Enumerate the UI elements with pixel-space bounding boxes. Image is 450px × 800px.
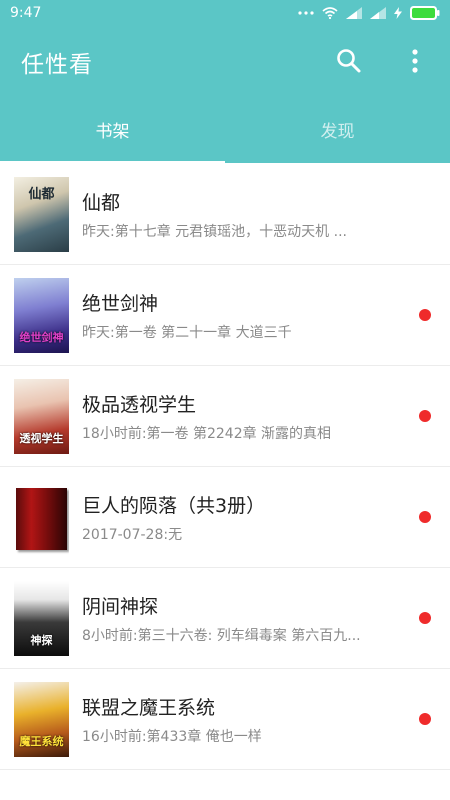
wifi-icon — [322, 6, 338, 19]
cover-title: 神探 — [30, 634, 53, 647]
search-icon — [337, 49, 361, 73]
status-icons — [298, 5, 440, 20]
book-title: 阴间神探 — [82, 596, 159, 618]
app-bar: 任性看 — [0, 25, 450, 95]
book-title: 联盟之魔王系统 — [82, 697, 216, 719]
search-button[interactable] — [334, 46, 364, 76]
list-item[interactable]: 神探 阴间神探 8小时前:第三十六卷: 列车缉毒案 第六百九... — [0, 568, 450, 669]
more-dots-icon — [298, 10, 314, 15]
boxset-cover — [16, 488, 67, 550]
tab-bar: 书架 发现 — [0, 95, 450, 163]
update-badge — [419, 410, 431, 422]
cover-title: 透视学生 — [19, 432, 64, 445]
book-list: 仙都 仙都 昨天:第十七章 元君镇瑶池，十恶动天机 ... 绝世剑神 绝世剑神 … — [0, 164, 450, 770]
book-cover: 绝世剑神 — [14, 278, 69, 353]
signal-icon — [346, 6, 362, 19]
book-latest-chapter: 16小时前:第433章 俺也一样 — [82, 729, 262, 745]
list-item[interactable]: 魔王系统 联盟之魔王系统 16小时前:第433章 俺也一样 — [0, 669, 450, 770]
charging-icon — [394, 6, 402, 19]
status-time: 9:47 — [10, 4, 42, 21]
signal-icon-2 — [370, 6, 386, 19]
update-badge — [419, 612, 431, 624]
book-cover: 仙都 — [14, 177, 69, 252]
tab-bookshelf[interactable]: 书架 — [0, 95, 225, 163]
more-vert-icon — [412, 49, 418, 73]
status-bar: 9:47 — [0, 0, 450, 25]
book-cover: 魔王系统 — [14, 682, 69, 757]
book-latest-chapter: 2017-07-28:无 — [82, 527, 183, 543]
cover-title: 魔王系统 — [19, 735, 64, 748]
cover-title: 仙都 — [28, 187, 55, 202]
book-title: 极品透视学生 — [82, 394, 197, 416]
book-cover: 透视学生 — [14, 379, 69, 454]
list-item[interactable]: 仙都 仙都 昨天:第十七章 元君镇瑶池，十恶动天机 ... — [0, 164, 450, 265]
update-badge — [419, 309, 431, 321]
app-title: 任性看 — [21, 52, 93, 78]
list-item[interactable]: 透视学生 极品透视学生 18小时前:第一卷 第2242章 渐露的真相 — [0, 366, 450, 467]
tab-discover[interactable]: 发现 — [225, 95, 450, 163]
book-cover: 神探 — [14, 581, 69, 656]
update-badge — [419, 511, 431, 523]
book-cover — [14, 480, 69, 555]
list-item[interactable]: 巨人的陨落（共3册） 2017-07-28:无 — [0, 467, 450, 568]
book-title: 仙都 — [82, 192, 121, 214]
book-latest-chapter: 18小时前:第一卷 第2242章 渐露的真相 — [82, 426, 332, 442]
book-latest-chapter: 昨天:第一卷 第二十一章 大道三千 — [82, 325, 292, 341]
cover-title: 绝世剑神 — [19, 331, 64, 344]
update-badge — [419, 713, 431, 725]
battery-icon — [410, 5, 440, 20]
list-item[interactable]: 绝世剑神 绝世剑神 昨天:第一卷 第二十一章 大道三千 — [0, 265, 450, 366]
book-title: 绝世剑神 — [82, 293, 159, 315]
book-latest-chapter: 昨天:第十七章 元君镇瑶池，十恶动天机 ... — [82, 224, 347, 240]
book-title: 巨人的陨落（共3册） — [82, 495, 266, 517]
overflow-menu-button[interactable] — [400, 46, 430, 76]
book-latest-chapter: 8小时前:第三十六卷: 列车缉毒案 第六百九... — [82, 628, 361, 644]
